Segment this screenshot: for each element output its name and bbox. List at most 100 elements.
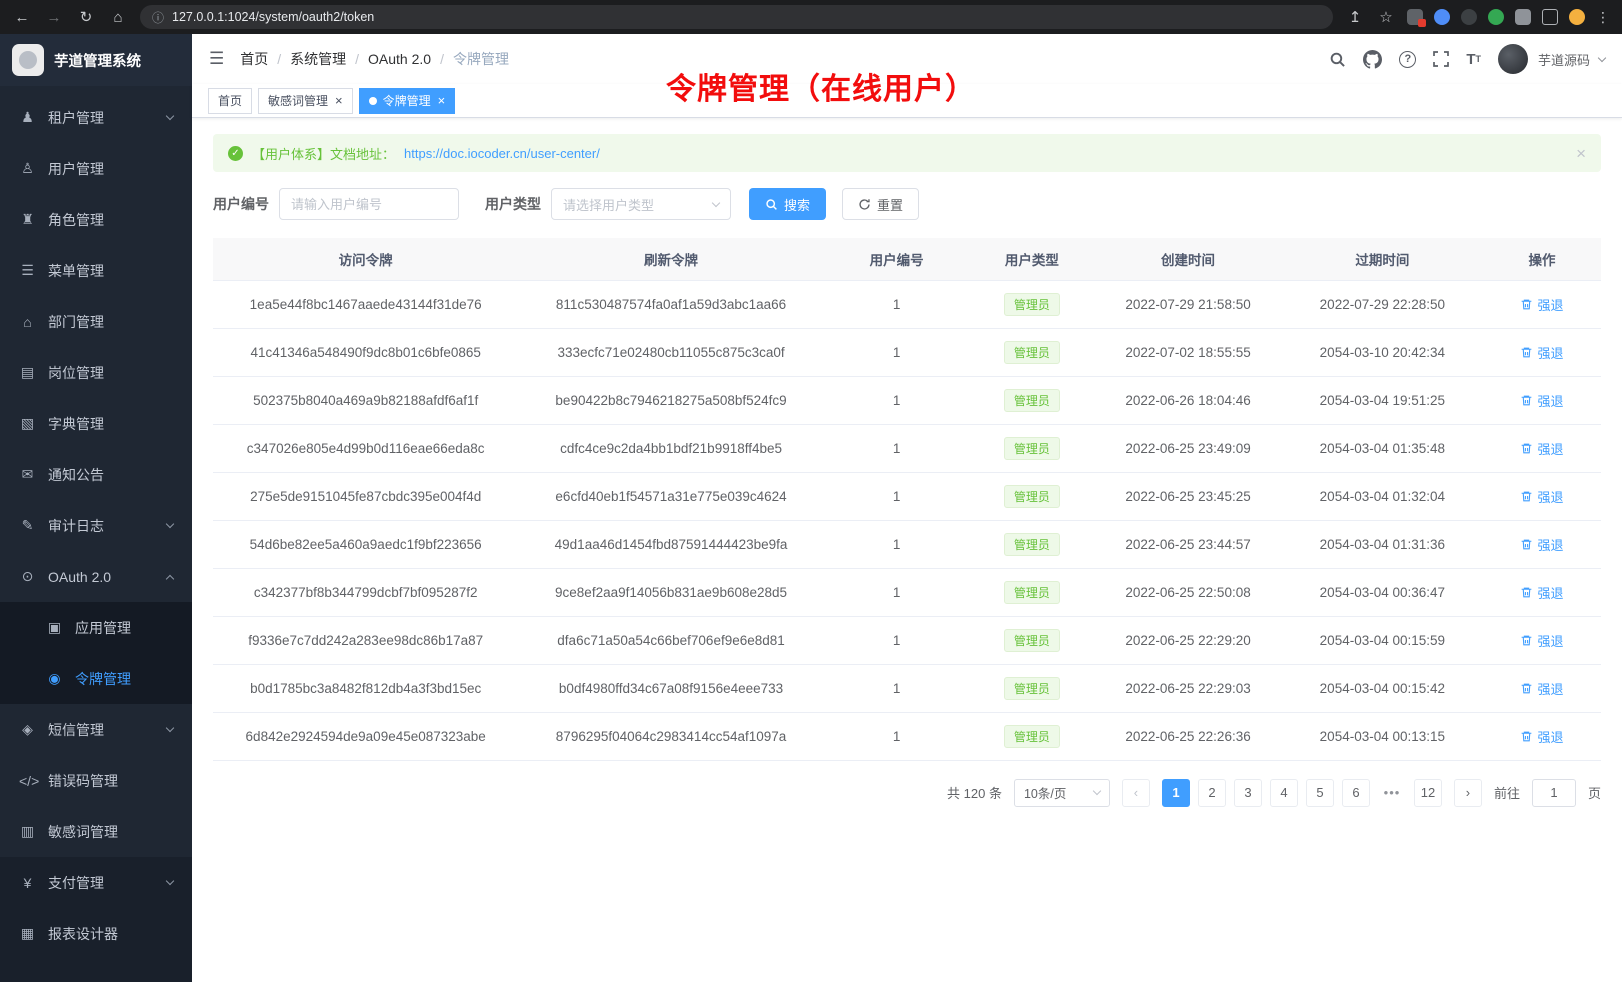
sidebar-item-audit[interactable]: ✎审计日志 [0, 500, 192, 551]
user-name[interactable]: 芋道源码 [1538, 50, 1590, 69]
search-icon[interactable] [1329, 51, 1346, 68]
user-type-select[interactable]: 请选择用户类型 [551, 188, 731, 220]
page-button-3[interactable]: 3 [1234, 779, 1262, 807]
sidebar-item-errcode[interactable]: </>错误码管理 [0, 755, 192, 806]
sidebar-menu: ♟ 租户管理 ♙用户管理♜角色管理☰菜单管理⌂部门管理▤岗位管理▧字典管理✉通知公告… [0, 86, 192, 857]
page-button-5[interactable]: 5 [1306, 779, 1334, 807]
tab-2[interactable]: 令牌管理× [359, 88, 456, 114]
extension-dark-icon[interactable] [1461, 9, 1477, 25]
address-bar[interactable]: ⓘ 127.0.0.1:1024/system/oauth2/token [140, 5, 1333, 29]
sidebar-item-post[interactable]: ▤岗位管理 [0, 347, 192, 398]
sidebar-item-sensitive[interactable]: ▥敏感词管理 [0, 806, 192, 857]
extension-green-icon[interactable] [1488, 9, 1504, 25]
sidebar-fold-icon[interactable]: ☰ [209, 49, 224, 69]
extension-red-badge-icon[interactable] [1407, 9, 1423, 25]
force-logout-button[interactable]: 强退 [1520, 343, 1563, 362]
page-button-12[interactable]: 12 [1414, 779, 1442, 807]
pagination: 共 120 条 10条/页 ‹ 123456•••12 › 前往 页 [213, 779, 1601, 807]
tab-1[interactable]: 敏感词管理× [258, 88, 353, 114]
force-logout-button[interactable]: 强退 [1520, 487, 1563, 506]
tab-close-icon[interactable]: × [438, 93, 446, 108]
chevron-down-icon[interactable] [1598, 54, 1606, 62]
github-icon[interactable] [1363, 50, 1382, 69]
alert-doc-link[interactable]: https://doc.iocoder.cn/user-center/ [404, 146, 600, 161]
page-button-4[interactable]: 4 [1270, 779, 1298, 807]
filter-form: 用户编号 用户类型 请选择用户类型 搜索 重置 [213, 188, 1601, 220]
sidebar-item-user[interactable]: ♙用户管理 [0, 143, 192, 194]
cell-actions: 强退 [1483, 664, 1601, 712]
bookmark-star-icon[interactable]: ☆ [1376, 10, 1396, 25]
user-avatar[interactable] [1498, 44, 1528, 74]
sidebar-item-token[interactable]: ◉令牌管理 [0, 653, 192, 704]
force-logout-button[interactable]: 强退 [1520, 439, 1563, 458]
force-logout-button[interactable]: 强退 [1520, 631, 1563, 650]
sidebar-item-dict[interactable]: ▧字典管理 [0, 398, 192, 449]
sidebar-item-dept[interactable]: ⌂部门管理 [0, 296, 192, 347]
page-button-1[interactable]: 1 [1162, 779, 1190, 807]
app-logo[interactable]: 芋道管理系统 [0, 34, 192, 86]
fullscreen-icon[interactable] [1433, 51, 1449, 67]
tags-view-bar: 首页敏感词管理×令牌管理× [192, 84, 1622, 118]
force-logout-button[interactable]: 强退 [1520, 535, 1563, 554]
chevron-down-icon [712, 198, 720, 206]
sidebar-item-people[interactable]: ♟ 租户管理 [0, 92, 192, 143]
browser-reload-icon[interactable]: ↻ [76, 10, 96, 25]
browser-chrome: ← → ↻ ⌂ ⓘ 127.0.0.1:1024/system/oauth2/t… [0, 0, 1622, 34]
force-logout-button[interactable]: 强退 [1520, 727, 1563, 746]
share-icon[interactable]: ↥ [1345, 10, 1365, 25]
table-row: b0d1785bc3a8482f812db4a3f3bd15ecb0df4980… [213, 664, 1601, 712]
search-button[interactable]: 搜索 [749, 188, 826, 220]
column-header: 访问令牌 [213, 238, 518, 280]
action-label: 强退 [1537, 535, 1563, 554]
people-icon: ♟ [19, 109, 36, 126]
site-info-icon[interactable]: ⓘ [152, 9, 164, 26]
breadcrumb-home[interactable]: 首页 [240, 49, 268, 69]
goto-page-input[interactable] [1532, 779, 1576, 807]
sidebar-item-label: 租户管理 [48, 108, 104, 128]
help-icon[interactable]: ? [1399, 51, 1416, 68]
page-button-2[interactable]: 2 [1198, 779, 1226, 807]
prev-page-button[interactable]: ‹ [1122, 779, 1150, 807]
sidebar-item-app[interactable]: ▣应用管理 [0, 602, 192, 653]
page-button-6[interactable]: 6 [1342, 779, 1370, 807]
pages-ellipsis[interactable]: ••• [1378, 779, 1406, 807]
reset-button[interactable]: 重置 [842, 188, 919, 220]
cell-expire-time: 2054-03-10 20:42:34 [1282, 328, 1483, 376]
browser-back-icon[interactable]: ← [12, 10, 32, 25]
font-size-icon[interactable]: TT [1466, 51, 1481, 68]
sidebar-item-pay[interactable]: ¥支付管理 [0, 857, 192, 908]
doc-alert: ✓ 【用户体系】文档地址： https://doc.iocoder.cn/use… [213, 134, 1601, 172]
user-type-tag: 管理员 [1004, 581, 1060, 604]
force-logout-button[interactable]: 强退 [1520, 583, 1563, 602]
breadcrumb-system[interactable]: 系统管理 [290, 49, 346, 69]
sidebar-item-notice[interactable]: ✉通知公告 [0, 449, 192, 500]
menu-icon: ☰ [19, 262, 36, 279]
sidebar-item-report[interactable]: ▦报表设计器 [0, 908, 192, 959]
extensions-puzzle-icon[interactable] [1515, 9, 1531, 25]
chevron-icon [166, 876, 174, 884]
sidebar-item-menu[interactable]: ☰菜单管理 [0, 245, 192, 296]
sidebar-item-sms[interactable]: ◈短信管理 [0, 704, 192, 755]
force-logout-button[interactable]: 强退 [1520, 679, 1563, 698]
extension-blue-icon[interactable] [1434, 9, 1450, 25]
tab-close-icon[interactable]: × [335, 93, 343, 108]
cell-actions: 强退 [1483, 328, 1601, 376]
profile-avatar-icon[interactable] [1569, 9, 1585, 25]
cell-user-id: 1 [824, 568, 970, 616]
sidebar-item-role[interactable]: ♜角色管理 [0, 194, 192, 245]
user-id-input[interactable] [279, 188, 459, 220]
force-logout-button[interactable]: 强退 [1520, 391, 1563, 410]
browser-menu-icon[interactable]: ⋮ [1596, 9, 1610, 26]
breadcrumb-oauth2[interactable]: OAuth 2.0 [368, 51, 431, 67]
force-logout-button[interactable]: 强退 [1520, 295, 1563, 314]
alert-close-icon[interactable]: × [1576, 145, 1586, 162]
next-page-button[interactable]: › [1454, 779, 1482, 807]
cell-user-id: 1 [824, 424, 970, 472]
side-panel-icon[interactable] [1542, 9, 1558, 25]
page-size-select[interactable]: 10条/页 [1014, 779, 1110, 807]
cell-access-token: 502375b8040a469a9b82188afdf6af1f [213, 376, 518, 424]
tab-0[interactable]: 首页 [208, 88, 252, 114]
sidebar-item-oauth[interactable]: ⊙OAuth 2.0 [0, 551, 192, 602]
browser-home-icon[interactable]: ⌂ [108, 10, 128, 25]
browser-forward-icon[interactable]: → [44, 10, 64, 25]
